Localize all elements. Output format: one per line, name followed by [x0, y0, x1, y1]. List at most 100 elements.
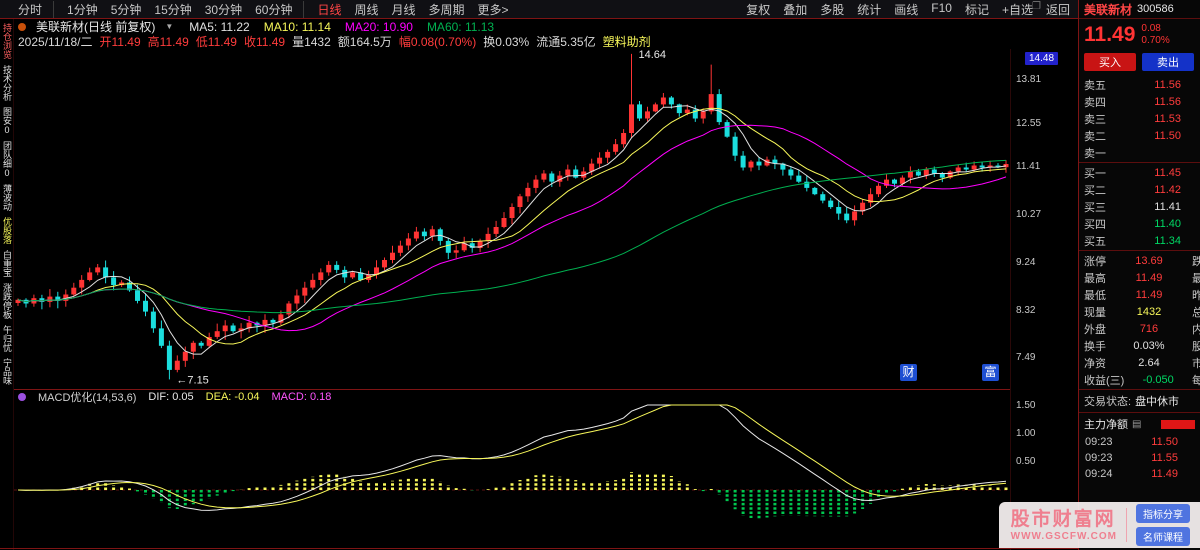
stock-name: 美联新材 — [1084, 2, 1133, 17]
price-change-block: 0.08 0.70% — [1141, 23, 1169, 47]
left-tab-3[interactable]: 团队细0 — [0, 141, 13, 178]
macd-canvas[interactable] — [14, 403, 1010, 550]
watermark-site-name: 股市财富网 — [1010, 508, 1116, 530]
bid-row-2-price: 11.42 — [1154, 183, 1181, 196]
macd-axis-label: 1.00 — [1016, 428, 1036, 439]
bid-row-3-label: 买三 — [1084, 201, 1106, 214]
left-tab-0[interactable]: 持仓浏览 — [0, 23, 13, 59]
left-tab-2[interactable]: 图安0 — [0, 107, 13, 135]
menu-item-5[interactable]: 60分钟 — [255, 0, 305, 18]
trade-status-label: 交易状态: — [1084, 396, 1132, 408]
info-token: 流通5.35亿 — [536, 35, 596, 49]
macd-header: MACD优化(14,53,6) DIF: 0.05 DEA: -0.04 MAC… — [14, 391, 1010, 404]
price-axis-label: 13.81 — [1016, 74, 1042, 86]
stock-code: 300586 — [1137, 3, 1174, 15]
bid-row-2[interactable]: 买二 11.42 — [1079, 181, 1200, 198]
chevron-down-icon[interactable]: ▼ — [165, 22, 173, 31]
tick-price: 11.55 — [1151, 452, 1178, 464]
bid-row-1-price: 11.45 — [1154, 166, 1181, 179]
bid-row-5-label: 买五 — [1084, 235, 1106, 248]
info-token: 2025/11/18/二 — [18, 35, 93, 49]
stat-clipped-col: 每 — [1192, 374, 1200, 387]
site-watermark: 股市财富网 WWW.GSCFW.COM 指标分享 名师课程 — [998, 502, 1200, 548]
stat-row-1: 最高 11.49 最 — [1079, 269, 1200, 286]
stat-row-0: 涨停 13.69 跌 — [1079, 252, 1200, 269]
toolbar-item-3[interactable]: 统计 — [857, 1, 881, 18]
stat-value: 1432 — [1136, 305, 1162, 318]
toolbar-item-0[interactable]: 复权 — [746, 1, 770, 18]
menu-item-8[interactable]: 月线 — [392, 1, 416, 18]
watermark-char: 富 — [982, 364, 999, 381]
menu-item-9[interactable]: 多周期 — [429, 1, 465, 18]
bid-row-3[interactable]: 买三 11.41 — [1079, 198, 1200, 215]
ask-row-4-price: 11.50 — [1154, 129, 1181, 142]
ma-legend: MA5: 11.22 MA10: 11.14 MA20: 10.90 MA60: 11… — [189, 20, 494, 34]
ask-row-3-price: 11.53 — [1154, 112, 1181, 125]
price-axis-label: 7.49 — [1016, 352, 1036, 364]
menu-item-0[interactable]: 分时 — [18, 0, 55, 18]
ask-row-4[interactable]: 卖二 11.50 — [1079, 127, 1200, 144]
left-tab-9[interactable]: 宁品味 — [0, 358, 13, 385]
left-tab-6[interactable]: 白重宝 — [0, 250, 13, 277]
price-chart[interactable]: 14.64 ←7.15 财 富 — [14, 49, 1010, 390]
toolbar-item-8[interactable]: 返回 — [1046, 1, 1070, 18]
trading-app-window: 分时 1分钟 5分钟 15分钟 30分钟 60分钟 日线 周线 月线 多周期 更多> 复权 叠加 多股统… — [0, 0, 1200, 550]
macd-axis-label: 1.50 — [1016, 400, 1036, 411]
price-axis: 14.48 13.81 12.55 11.41 10.27 9.24 8.32 7.49 1.5… — [1010, 49, 1078, 550]
left-tab-7[interactable]: 涨跌停板 — [0, 283, 13, 319]
menu-item-10[interactable]: 更多> — [478, 1, 509, 18]
last-price: 11.49 — [1084, 23, 1136, 46]
menu-item-7[interactable]: 周线 — [354, 1, 378, 18]
bid-row-3-price: 11.41 — [1154, 200, 1181, 213]
tick-price: 11.49 — [1151, 468, 1178, 480]
bid-row-5[interactable]: 买五 11.34 — [1079, 232, 1200, 249]
watermark-badge-1: 名师课程 — [1136, 527, 1190, 546]
toolbar-item-2[interactable]: 多股 — [820, 1, 844, 18]
bid-row-5-price: 11.34 — [1154, 234, 1181, 247]
macd-chart[interactable] — [14, 403, 1010, 550]
quote-panel: 美联新材 300586 11.49 0.08 0.70% 买入 卖出 卖五 11.… — [1078, 0, 1200, 550]
main-net-inflow: 主力净额 ▤ — [1079, 414, 1200, 434]
ask-row-5[interactable]: 卖一 — [1079, 144, 1200, 161]
main-net-inflow-bar — [1161, 419, 1195, 429]
left-tab-8[interactable]: 午归忧 — [0, 325, 13, 352]
left-tab-5[interactable]: 优股落 — [0, 217, 13, 244]
menu-item-1[interactable]: 1分钟 — [67, 1, 98, 18]
sell-button[interactable]: 卖出 — [1142, 53, 1194, 71]
menu-item-3[interactable]: 15分钟 — [154, 1, 191, 18]
candlestick-canvas[interactable]: 14.64 ←7.15 — [14, 49, 1010, 389]
detail-list-icon[interactable]: ▤ — [1132, 419, 1141, 430]
ask-row-2[interactable]: 卖四 11.56 — [1079, 93, 1200, 110]
chart-title-row: 美联新材(日线 前复权) ▼ MA5: 11.22 MA10: 11.14 MA20… — [14, 19, 1010, 34]
pane-maximize-icon[interactable]: ❐ — [1032, 1, 1041, 12]
stat-clipped-col: 股 — [1191, 340, 1200, 353]
price-axis-label: 9.24 — [1016, 256, 1036, 268]
bid-row-2-label: 买二 — [1084, 184, 1106, 197]
toolbar-item-1[interactable]: 叠加 — [783, 1, 807, 18]
info-token: 幅0.08(0.70%) — [398, 35, 477, 49]
toolbar-item-6[interactable]: 标记 — [965, 1, 989, 18]
menu-item-6[interactable]: 日线 — [317, 1, 341, 18]
left-tab-1[interactable]: 技术分析 — [0, 65, 13, 101]
tick-row-2: 09:24 11.49 — [1079, 466, 1200, 482]
stat-label: 最低 — [1084, 289, 1106, 302]
indicator-icon[interactable] — [18, 393, 26, 401]
toolbar-item-7[interactable]: +自选 — [1002, 1, 1033, 18]
price-axis-label: 11.41 — [1016, 161, 1041, 173]
watermark-badges: 指标分享 名师课程 — [1136, 504, 1190, 546]
stat-row-2: 最低 11.49 昨 — [1079, 286, 1200, 303]
bid-row-1[interactable]: 买一 11.45 — [1079, 164, 1200, 181]
menu-item-2[interactable]: 5分钟 — [111, 1, 142, 18]
bid-row-4[interactable]: 买四 11.40 — [1079, 215, 1200, 232]
menu-item-4[interactable]: 30分钟 — [205, 1, 242, 18]
ma-label: MA5: 11.22 — [189, 19, 250, 34]
buy-button[interactable]: 买入 — [1084, 53, 1136, 71]
chart-type-icon[interactable] — [18, 22, 26, 31]
toolbar-item-4[interactable]: 画线 — [894, 1, 918, 18]
ask-row-2-label: 卖四 — [1084, 96, 1106, 109]
toolbar-item-5[interactable]: F10 — [931, 1, 952, 18]
info-token: 收11.49 — [243, 35, 286, 49]
ask-row-3[interactable]: 卖三 11.53 — [1079, 110, 1200, 127]
ask-row-1[interactable]: 卖五 11.56 — [1079, 76, 1200, 93]
left-tab-4[interactable]: 薄波动 — [0, 184, 13, 211]
